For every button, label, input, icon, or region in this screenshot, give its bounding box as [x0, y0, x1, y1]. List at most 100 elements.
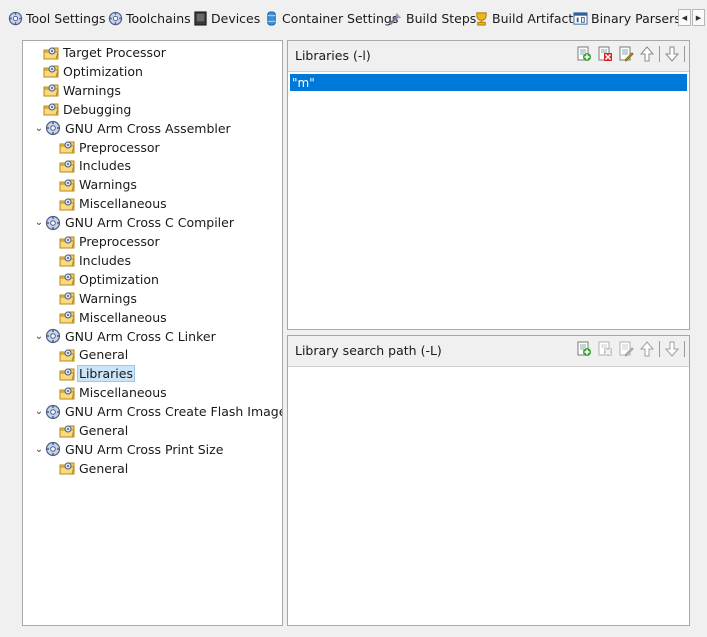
tab-tool-settings[interactable]: Tool Settings	[8, 8, 106, 28]
tab-container-settings[interactable]: Container Settings	[264, 8, 398, 28]
tree-item-label: Warnings	[63, 82, 121, 98]
tree-item-label: Miscellaneous	[79, 309, 167, 325]
tree-item-tool[interactable]: ⌄ GNU Arm Cross Assembler	[33, 119, 233, 138]
move-up-button[interactable]	[638, 340, 656, 358]
tool-gear-icon	[45, 404, 61, 419]
tree-item-page[interactable]: Debugging	[43, 100, 133, 119]
tree-item-page[interactable]: Warnings	[43, 81, 123, 100]
options-page-icon	[59, 141, 75, 154]
tree-item-page[interactable]: Preprocessor	[59, 232, 162, 251]
tree-item-page[interactable]: General	[59, 421, 130, 440]
tab-toolchains[interactable]: Toolchains	[108, 8, 191, 28]
chevron-down-icon[interactable]: ⌄	[33, 217, 45, 228]
tree-item-page[interactable]: General	[59, 459, 130, 478]
tab-build-artifact[interactable]: Build Artifact	[474, 8, 573, 28]
tool-gear-icon	[45, 120, 61, 136]
library-search-path-title: Library search path (-L)	[295, 343, 442, 358]
tree-item-page[interactable]: Miscellaneous	[59, 383, 169, 402]
chevron-down-icon[interactable]: ⌄	[33, 444, 45, 455]
tab-label: Container Settings	[282, 10, 399, 26]
tree-item-page[interactable]: Target Processor	[43, 43, 168, 62]
chevron-down-icon[interactable]: ⌄	[33, 406, 45, 417]
tree-item-label: Warnings	[79, 290, 137, 306]
tree-item-tool[interactable]: ⌄ GNU Arm Cross C Compiler	[33, 213, 236, 232]
tab-label: Build Artifact	[492, 10, 574, 26]
options-page-icon	[59, 254, 75, 267]
add-path-button[interactable]	[575, 340, 593, 358]
options-page-icon	[59, 462, 75, 475]
add-icon	[577, 46, 591, 61]
tree-item-page[interactable]: Optimization	[43, 62, 145, 81]
tree-item-page[interactable]: Preprocessor	[59, 138, 162, 157]
tree-item-label: Optimization	[63, 63, 143, 79]
tree-item-page[interactable]: Miscellaneous	[59, 308, 169, 327]
devices-icon	[194, 10, 207, 26]
tree-item-page[interactable]: Warnings	[59, 289, 139, 308]
toolbar-separator	[659, 341, 660, 357]
tree-item-label: Miscellaneous	[79, 385, 167, 401]
move-down-button[interactable]	[663, 45, 681, 63]
tab-scroll-right-button[interactable]: ▶	[692, 9, 705, 26]
tab-label: Toolchains	[126, 10, 191, 26]
tree-item-label: Warnings	[79, 177, 137, 193]
tree-item-tool[interactable]: ⌄ GNU Arm Cross C Linker	[33, 327, 218, 346]
tree-item-label: Miscellaneous	[79, 196, 167, 212]
tree-item-label: General	[79, 460, 129, 476]
tree-item-label: Libraries	[77, 365, 135, 383]
options-page-icon	[59, 425, 75, 437]
tree-item-page[interactable]: Libraries	[59, 364, 135, 383]
chevron-down-icon[interactable]: ⌄	[33, 331, 45, 342]
tree-item-tool[interactable]: ⌄ GNU Arm Cross Create Flash Image	[33, 402, 283, 421]
container-settings-icon	[267, 10, 276, 26]
edit-library-button[interactable]	[617, 45, 635, 63]
tab-bar: Tool Settings Toolchains Devices Contain…	[0, 0, 707, 36]
tool-gear-icon	[45, 328, 61, 344]
add-library-button[interactable]	[575, 45, 593, 63]
chevron-down-icon[interactable]: ⌄	[33, 123, 45, 134]
tree-item-label: Includes	[79, 252, 132, 268]
options-page-icon	[59, 292, 75, 305]
delete-library-button[interactable]	[596, 45, 614, 63]
tree-item-label: GNU Arm Cross Create Flash Image	[65, 404, 283, 420]
tree-item-page[interactable]: Includes	[59, 251, 133, 270]
edit-icon	[619, 46, 634, 62]
options-page-icon	[43, 47, 59, 59]
edit-path-button[interactable]	[617, 340, 635, 358]
list-item[interactable]: "m"	[290, 74, 687, 91]
tree-item-page[interactable]: Includes	[59, 156, 133, 175]
arrow-down-icon	[665, 341, 679, 357]
move-up-button[interactable]	[638, 45, 656, 63]
tab-binary-parsers[interactable]: Binary Parsers	[573, 8, 681, 28]
tree-item-page[interactable]: Miscellaneous	[59, 194, 169, 213]
library-search-path-header: Library search path (-L)	[288, 336, 689, 367]
tab-scroll-left-button[interactable]: ◀	[678, 9, 691, 26]
toolbar-separator	[659, 46, 660, 62]
tree-item-label: General	[79, 423, 129, 438]
binary-parsers-icon	[573, 11, 588, 25]
libraries-panel: Libraries (-l) "m"	[287, 40, 690, 330]
tab-label: Build Steps	[406, 10, 477, 26]
tree-item-page[interactable]: Warnings	[59, 175, 139, 194]
tree-item-page[interactable]: Optimization	[59, 270, 161, 289]
delete-icon	[598, 46, 612, 61]
tool-gear-icon	[45, 215, 61, 230]
tree-item-label: Target Processor	[63, 45, 166, 60]
tree-item-label: Preprocessor	[79, 234, 160, 249]
tree-item-label: GNU Arm Cross Assembler	[65, 120, 231, 136]
delete-icon	[598, 341, 612, 356]
libraries-toolbar	[575, 45, 685, 63]
delete-path-button[interactable]	[596, 340, 614, 358]
move-down-button[interactable]	[663, 340, 681, 358]
tab-label: Tool Settings	[26, 10, 106, 26]
library-search-path-panel: Library search path (-L)	[287, 335, 690, 626]
tab-devices[interactable]: Devices	[193, 8, 260, 28]
options-page-icon	[59, 236, 75, 248]
tree-item-label: Preprocessor	[79, 139, 160, 155]
arrow-up-icon	[640, 341, 654, 357]
tree-item-tool[interactable]: ⌄ GNU Arm Cross Print Size	[33, 440, 225, 459]
tree-item-page[interactable]: General	[59, 345, 130, 364]
add-icon	[577, 341, 591, 356]
tab-build-steps[interactable]: Build Steps	[388, 8, 476, 28]
tree-item-label: Optimization	[79, 271, 159, 287]
settings-tree[interactable]: Target Processor Optimization Warnings Debu…	[22, 40, 283, 626]
